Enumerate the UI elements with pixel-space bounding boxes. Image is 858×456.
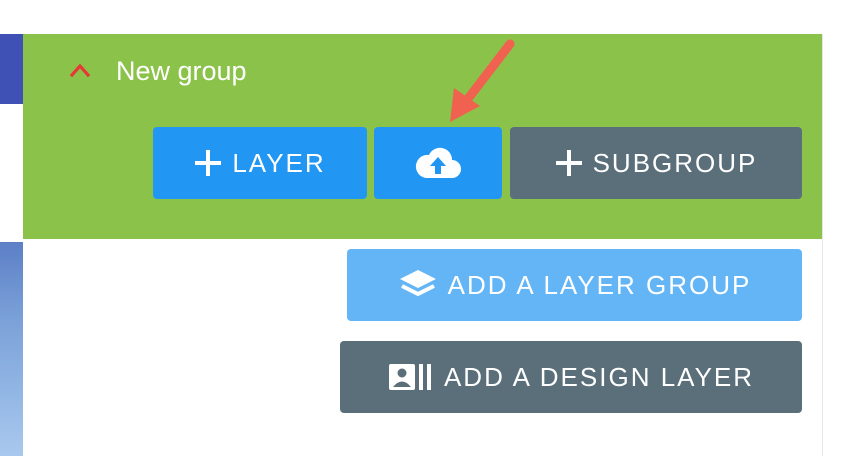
add-layer-group-button[interactable]: ADD A LAYER GROUP <box>347 249 802 321</box>
add-layer-group-label: ADD A LAYER GROUP <box>447 270 752 300</box>
cloud-upload-icon <box>415 147 461 178</box>
add-design-layer-label: ADD A DESIGN LAYER <box>443 362 755 392</box>
annotation-arrow <box>450 39 515 122</box>
plus-icon <box>555 150 582 176</box>
layers-icon <box>399 270 436 296</box>
add-subgroup-label: SUBGROUP <box>592 148 758 178</box>
add-layer-label: LAYER <box>232 148 326 178</box>
plus-icon <box>195 150 222 176</box>
upload-button[interactable] <box>374 127 502 199</box>
background-map-fragment <box>0 242 23 456</box>
background-sidebar-fragment <box>0 34 23 104</box>
group-title: New group <box>116 56 247 86</box>
screen: New group LAYER SUBGROUP ADD A LAYER GRO… <box>0 0 858 456</box>
group-header: New group LAYER SUBGROUP <box>23 34 822 239</box>
add-subgroup-button[interactable]: SUBGROUP <box>510 127 802 199</box>
add-design-layer-button[interactable]: ADD A DESIGN LAYER <box>340 341 802 413</box>
add-layer-button[interactable]: LAYER <box>153 127 367 199</box>
design-layer-icon <box>388 364 431 390</box>
layer-panel: New group LAYER SUBGROUP ADD A LAYER GRO… <box>23 34 823 456</box>
chevron-up-icon[interactable] <box>69 61 91 79</box>
